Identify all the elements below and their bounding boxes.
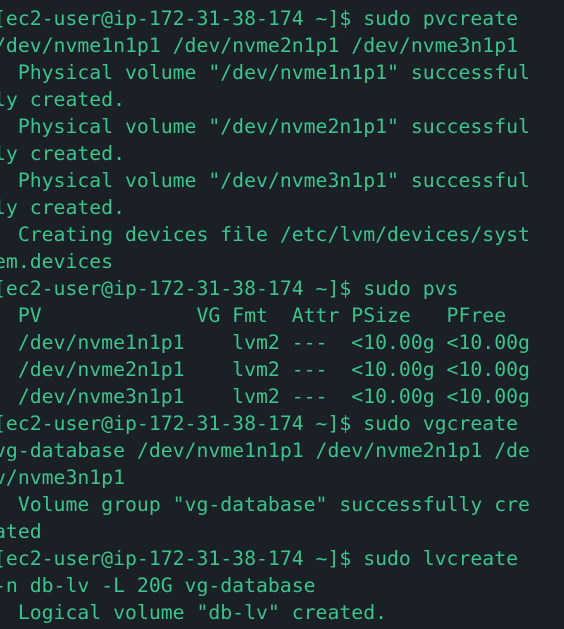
command-prompt-line: [ec2-user@ip-172-31-38-174 ~]$ sudo vgcr…	[0, 412, 519, 435]
terminal-window[interactable]: [ec2-user@ip-172-31-38-174 ~]$ sudo pvcr…	[0, 0, 564, 629]
output-line: Volume group "vg-database" successfully …	[0, 493, 530, 516]
command-continuation-line: -n db-lv -L 20G vg-database	[0, 574, 316, 597]
output-line: Creating devices file /etc/lvm/devices/s…	[0, 223, 530, 246]
output-line: Physical volume "/dev/nvme2n1p1" success…	[0, 115, 530, 138]
output-line: Physical volume "/dev/nvme3n1p1" success…	[0, 169, 530, 192]
command-prompt-line: [ec2-user@ip-172-31-38-174 ~]$ sudo pvcr…	[0, 7, 519, 30]
output-continuation-line: em.devices	[0, 250, 114, 273]
output-line: Logical volume "db-lv" created.	[0, 601, 388, 624]
output-continuation-line: ly created.	[0, 88, 126, 111]
command-continuation-line: v/nvme3n1p1	[0, 466, 126, 489]
command-prompt-line: [ec2-user@ip-172-31-38-174 ~]$ sudo pvs	[0, 277, 459, 300]
command-continuation-line: vg-database /dev/nvme1n1p1 /dev/nvme2n1p…	[0, 439, 530, 462]
output-continuation-line: ated	[0, 520, 42, 543]
pvs-table-row: /dev/nvme3n1p1 lvm2 --- <10.00g <10.00g	[0, 385, 530, 408]
command-continuation-line: /dev/nvme1n1p1 /dev/nvme2n1p1 /dev/nvme3…	[0, 34, 519, 57]
output-continuation-line: ly created.	[0, 142, 126, 165]
pvs-table-row: /dev/nvme2n1p1 lvm2 --- <10.00g <10.00g	[0, 358, 530, 381]
output-line: Physical volume "/dev/nvme1n1p1" success…	[0, 61, 530, 84]
pvs-table-row: /dev/nvme1n1p1 lvm2 --- <10.00g <10.00g	[0, 331, 530, 354]
command-prompt-line: [ec2-user@ip-172-31-38-174 ~]$ sudo lvcr…	[0, 547, 519, 570]
pvs-table-header: PV VG Fmt Attr PSize PFree	[0, 304, 507, 327]
output-continuation-line: ly created.	[0, 196, 126, 219]
